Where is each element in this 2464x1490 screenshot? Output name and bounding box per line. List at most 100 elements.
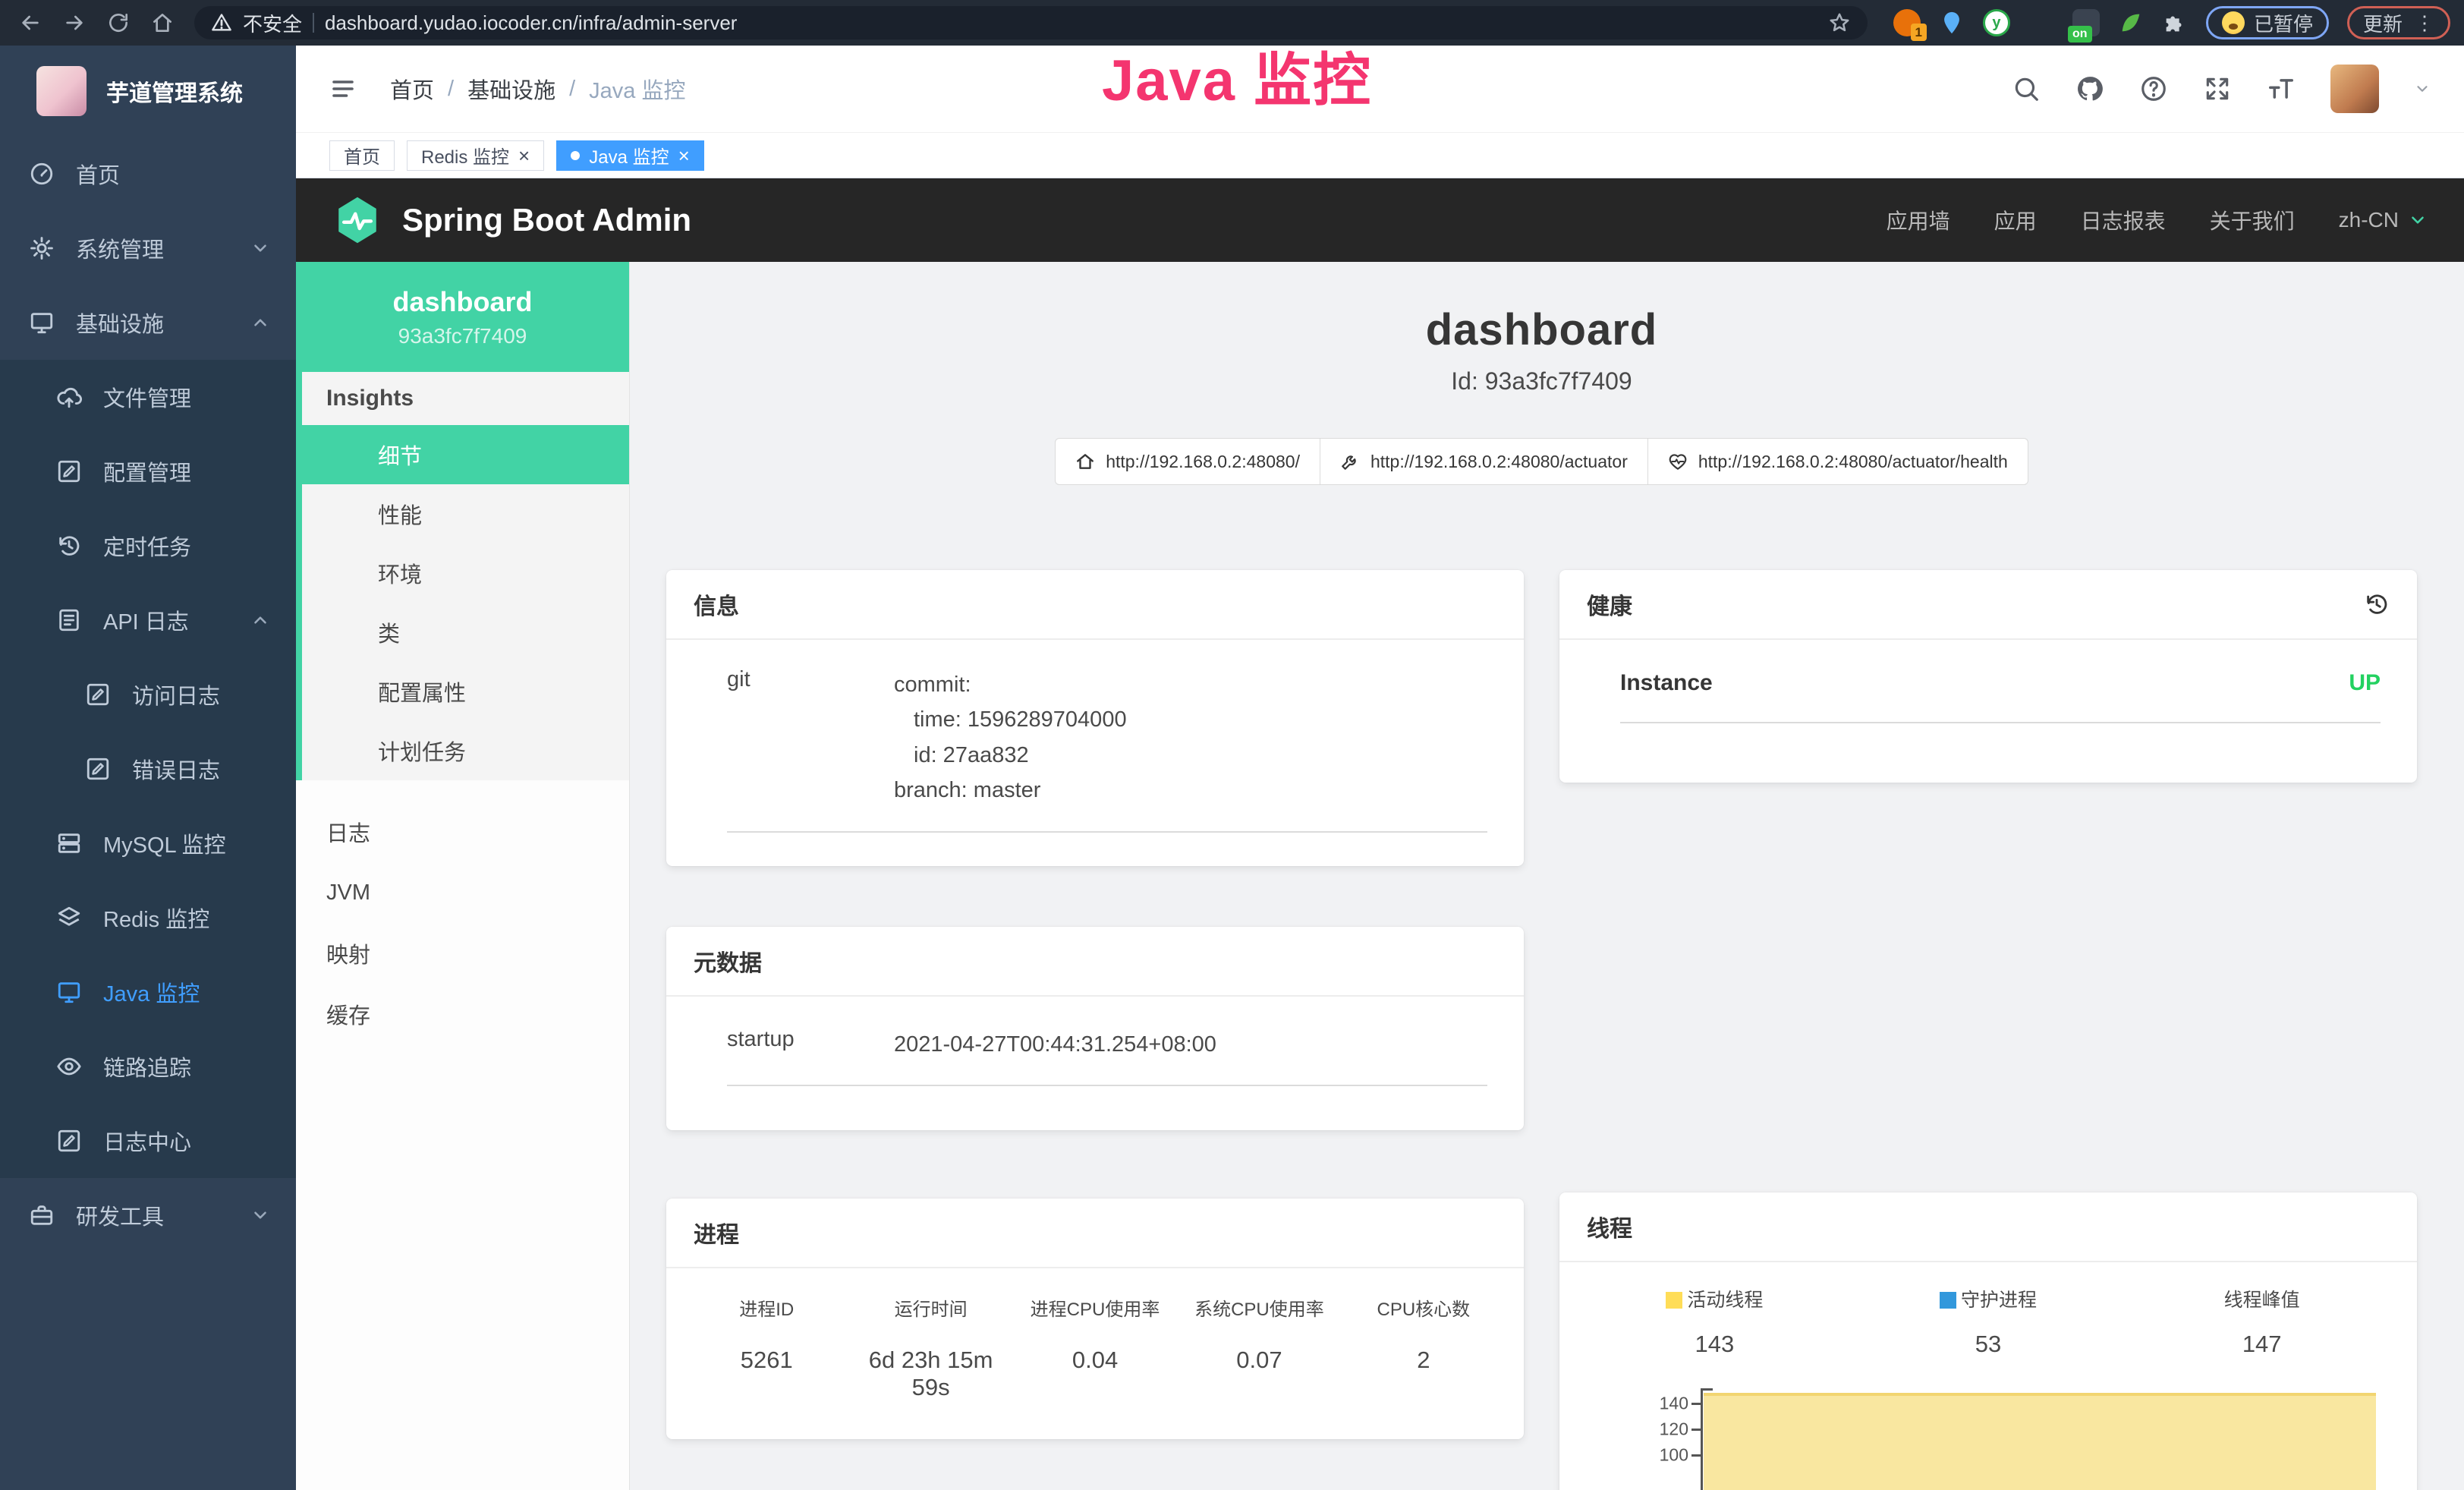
browser-forward-icon[interactable] xyxy=(62,11,87,35)
sidebar-item-config-mgmt[interactable]: 配置管理 xyxy=(0,434,296,509)
extension-pin-icon[interactable] xyxy=(1939,10,1965,36)
sba-menu-jvm[interactable]: JVM xyxy=(296,862,629,923)
sba-nav-wallboard[interactable]: 应用墙 xyxy=(1887,205,1950,235)
y-tick-140: 140 xyxy=(1625,1394,1688,1414)
hamburger-icon[interactable] xyxy=(329,75,357,102)
sidebar-item-error-log[interactable]: 错误日志 xyxy=(0,732,296,806)
chevron-down-icon xyxy=(250,1205,270,1225)
search-icon[interactable] xyxy=(2012,74,2041,103)
breadcrumb-infra[interactable]: 基础设施 xyxy=(467,73,555,105)
health-url-button[interactable]: http://192.168.0.2:48080/actuator/health xyxy=(1647,438,2028,485)
sidebar-item-infra[interactable]: 基础设施 xyxy=(0,285,296,360)
metadata-card: 元数据 startup 2021-04-27T00:44:31.254+08:0… xyxy=(666,927,1524,1130)
sba-menu-scheduled-tasks[interactable]: 计划任务 xyxy=(302,721,629,780)
security-warning-icon[interactable] xyxy=(211,12,232,33)
fullscreen-icon[interactable] xyxy=(2203,74,2232,103)
sba-brand[interactable]: Spring Boot Admin xyxy=(402,202,691,238)
tab-home[interactable]: 首页 xyxy=(329,140,395,171)
tab-close-icon[interactable]: × xyxy=(518,146,530,165)
health-card-header: 健康 xyxy=(1559,570,2417,640)
paused-pill[interactable]: 已暂停 xyxy=(2206,6,2329,39)
sba-nav-about[interactable]: 关于我们 xyxy=(2210,205,2295,235)
heartbeat-icon xyxy=(1668,452,1688,471)
instance-links: http://192.168.0.2:48080/ http://192.168… xyxy=(666,438,2417,485)
service-url-label: http://192.168.0.2:48080/ xyxy=(1106,452,1300,472)
user-avatar[interactable] xyxy=(2330,65,2379,113)
sidebar-item-mysql-monitor[interactable]: MySQL 监控 xyxy=(0,806,296,880)
sidebar-item-label: 错误日志 xyxy=(132,753,220,785)
extension-badge: 1 xyxy=(1911,24,1927,41)
sidebar-item-redis-monitor[interactable]: Redis 监控 xyxy=(0,880,296,955)
sba-menu-caches[interactable]: 缓存 xyxy=(296,984,629,1044)
browser-back-icon[interactable] xyxy=(18,11,42,35)
sidebar-item-access-log[interactable]: 访问日志 xyxy=(0,657,296,732)
sba-menu-mappings[interactable]: 映射 xyxy=(296,923,629,984)
sba-instance-id: 93a3fc7f7409 xyxy=(398,324,527,348)
instance-id-line: Id: 93a3fc7f7409 xyxy=(666,367,2417,395)
extension-leaf-icon[interactable] xyxy=(2118,10,2144,36)
info-value: commit: time: 1596289704000 id: 27aa832 … xyxy=(894,667,1487,808)
update-button[interactable]: 更新 ⋮ xyxy=(2347,6,2450,39)
sba-menu-classes[interactable]: 类 xyxy=(302,603,629,662)
service-url-button[interactable]: http://192.168.0.2:48080/ xyxy=(1055,438,1320,485)
info-git-row: git commit: time: 1596289704000 id: 27aa… xyxy=(727,667,1487,808)
extension-on-badge: on xyxy=(2068,26,2092,43)
sidebar-item-system[interactable]: 系统管理 xyxy=(0,211,296,285)
sba-menu-details[interactable]: 细节 xyxy=(296,425,629,484)
actuator-url-button[interactable]: http://192.168.0.2:48080/actuator xyxy=(1320,438,1648,485)
url-text[interactable]: dashboard.yudao.iocoder.cn/infra/admin-s… xyxy=(325,11,737,35)
sba-menu-logs[interactable]: 日志 xyxy=(296,802,629,862)
home-icon xyxy=(1075,452,1095,471)
metadata-divider xyxy=(727,1085,1487,1086)
sba-instance-header[interactable]: dashboard 93a3fc7f7409 xyxy=(296,262,629,372)
info-card: 信息 git commit: time: 1596289704000 id: 2… xyxy=(666,570,1524,866)
sidebar-item-dev-tools[interactable]: 研发工具 xyxy=(0,1178,296,1252)
bookmark-star-icon[interactable] xyxy=(1828,11,1851,34)
address-separator xyxy=(313,13,314,33)
sidebar-item-home[interactable]: 首页 xyxy=(0,137,296,211)
tab-java-monitor[interactable]: Java 监控 × xyxy=(556,140,704,171)
health-history-icon[interactable] xyxy=(2364,591,2390,617)
sidebar-item-api-log[interactable]: API 日志 xyxy=(0,583,296,657)
help-icon[interactable] xyxy=(2139,74,2168,103)
browser-menu-icon[interactable]: ⋮ xyxy=(2415,11,2434,35)
avatar-caret-icon[interactable] xyxy=(2414,80,2431,97)
sba-menu-config-props[interactable]: 配置属性 xyxy=(302,662,629,721)
security-label[interactable]: 不安全 xyxy=(243,9,302,37)
health-instance-row: Instance UP xyxy=(1620,670,2381,696)
gear-icon xyxy=(29,235,55,261)
tab-close-icon[interactable]: × xyxy=(678,146,690,165)
breadcrumb-home[interactable]: 首页 xyxy=(390,73,434,105)
extensions-puzzle-icon[interactable] xyxy=(2162,10,2188,36)
sidebar-item-log-center[interactable]: 日志中心 xyxy=(0,1104,296,1178)
legend-label: 守护进程 xyxy=(1961,1290,2037,1311)
sba-nav-applications[interactable]: 应用 xyxy=(1994,205,2037,235)
sidebar-item-scheduled-jobs[interactable]: 定时任务 xyxy=(0,509,296,583)
annotation-text: Java 监控 xyxy=(1102,33,1372,117)
github-icon[interactable] xyxy=(2075,74,2104,103)
sba-logo-icon[interactable] xyxy=(332,195,382,245)
cards-right-column: 健康 Instance UP xyxy=(1559,570,2417,1490)
sba-nav-journal[interactable]: 日志报表 xyxy=(2081,205,2166,235)
legend-live-threads: 活动线程 xyxy=(1578,1285,1852,1312)
address-bar[interactable]: 不安全 dashboard.yudao.iocoder.cn/infra/adm… xyxy=(194,6,1868,39)
sba-menu-environment[interactable]: 环境 xyxy=(302,543,629,603)
chevron-down-icon xyxy=(250,238,270,258)
sidebar-item-file-mgmt[interactable]: 文件管理 xyxy=(0,360,296,434)
extension-orange-icon[interactable]: 1 xyxy=(1893,9,1921,36)
tab-redis-monitor[interactable]: Redis 监控 × xyxy=(407,140,544,171)
sidebar-item-label: 首页 xyxy=(76,158,120,190)
process-headers: 进程ID 运行时间 进程CPU使用率 系统CPU使用率 CPU核心数 xyxy=(684,1294,1506,1321)
browser-reload-icon[interactable] xyxy=(106,11,131,35)
sba-menu-metrics[interactable]: 性能 xyxy=(302,484,629,543)
process-sys-cpu-value: 0.07 xyxy=(1177,1347,1341,1401)
sba-locale-select[interactable]: zh-CN xyxy=(2339,208,2428,232)
extension-green-icon[interactable]: y xyxy=(1983,9,2010,36)
browser-home-icon[interactable] xyxy=(150,11,175,35)
sidebar-item-label: MySQL 监控 xyxy=(103,827,226,859)
extension-dark-icon[interactable]: on xyxy=(2072,9,2100,36)
font-size-icon[interactable] xyxy=(2267,74,2296,103)
legend-label: 线程峰值 xyxy=(2224,1290,2300,1311)
sidebar-item-java-monitor[interactable]: Java 监控 xyxy=(0,955,296,1029)
sidebar-item-tracing[interactable]: 链路追踪 xyxy=(0,1029,296,1104)
